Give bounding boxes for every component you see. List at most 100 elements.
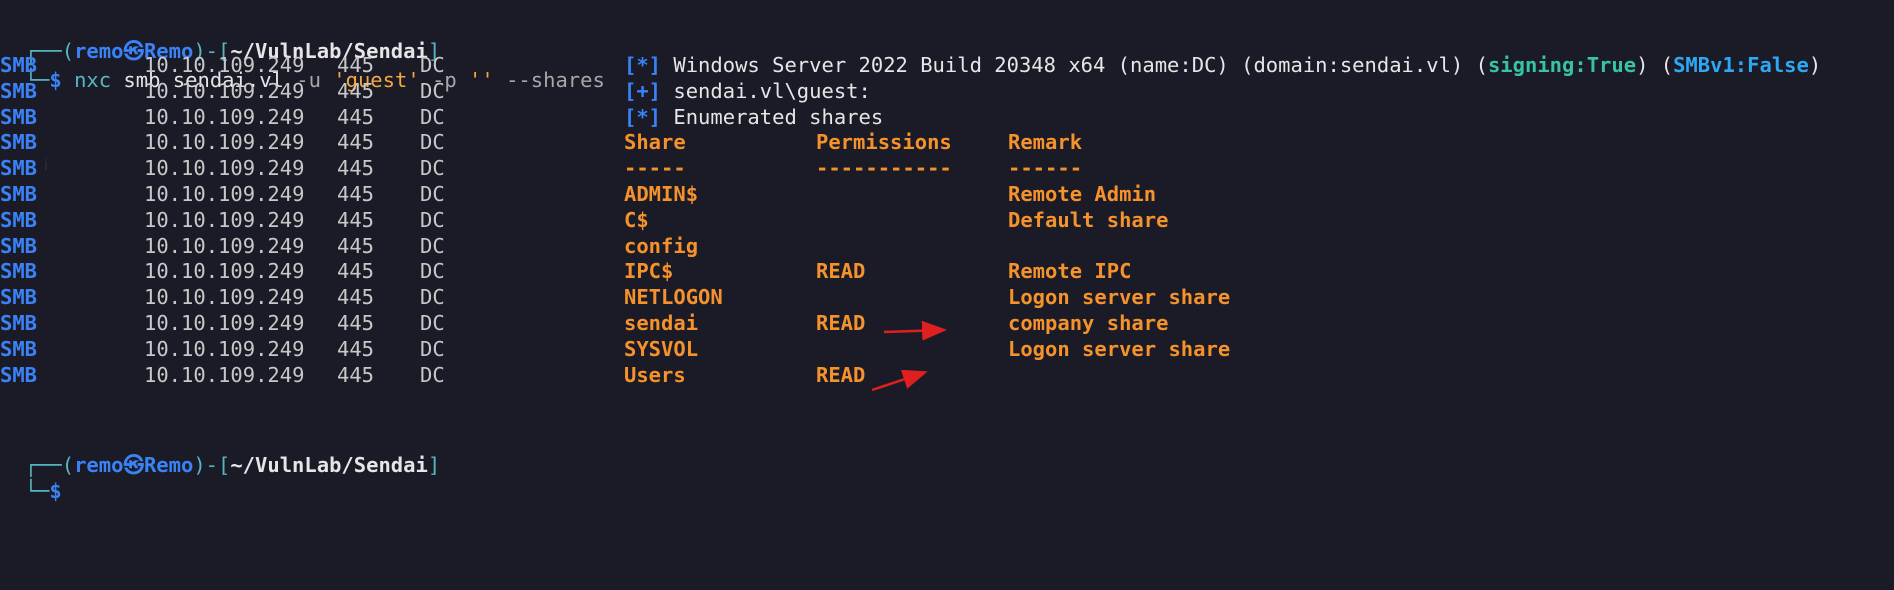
prompt-user: remo: [74, 453, 124, 477]
ip-address: 10.10.109.249: [144, 104, 305, 129]
port: 445: [337, 259, 375, 284]
command-string: '': [456, 68, 507, 92]
share-name: IPC$: [624, 259, 674, 284]
port: 445: [337, 336, 375, 361]
status-tag: [+]: [624, 78, 662, 103]
prompt-host: Remo: [143, 453, 194, 477]
ip-address: 10.10.109.249: [144, 182, 305, 206]
protocol-label: SMB: [0, 207, 38, 232]
protocol-label: SMB: [0, 336, 38, 361]
port: 445: [337, 156, 375, 181]
hostname: DC: [420, 311, 445, 335]
prompt-at-icon: ㉿: [123, 453, 144, 477]
ip-address: 10.10.109.249: [144, 336, 305, 361]
port: 445: [337, 311, 375, 335]
ip-address: 10.10.109.249: [144, 156, 305, 181]
command-bin: nxc: [74, 68, 112, 92]
hostname: DC: [420, 156, 445, 181]
hostname: DC: [420, 207, 445, 232]
share-name: SYSVOL: [624, 336, 699, 361]
ip-address: 10.10.109.249: [144, 78, 305, 103]
column-separator: ------: [1008, 156, 1083, 181]
share-name: ADMIN$: [624, 182, 699, 206]
share-remark: Default share: [1008, 207, 1169, 232]
port: 445: [337, 78, 375, 103]
ip-address: 10.10.109.249: [144, 311, 305, 335]
hostname: DC: [420, 233, 445, 258]
share-remark: Logon server share: [1008, 285, 1231, 310]
share-name: Users: [624, 362, 686, 387]
share-name: C$: [624, 207, 649, 232]
ip-address: 10.10.109.249: [144, 207, 305, 232]
column-separator: -----------: [816, 156, 952, 181]
info-message: [*] Enumerated shares: [624, 104, 883, 130]
port: 445: [337, 182, 375, 206]
hostname: DC: [420, 182, 445, 206]
protocol-label: SMB: [0, 233, 38, 258]
port: 445: [337, 104, 375, 129]
info-message: [+] sendai.vl\guest:: [624, 78, 871, 104]
prompt-dollar: $: [49, 479, 62, 503]
status-tag: [*]: [624, 53, 662, 77]
hostname: DC: [420, 53, 445, 77]
hostname: DC: [420, 104, 445, 129]
port: 445: [337, 207, 375, 232]
protocol-label: SMB: [0, 156, 38, 181]
command-flag: --shares: [506, 68, 605, 92]
signing-status: signing:True: [1487, 53, 1637, 77]
info-text: ) (: [1636, 53, 1674, 77]
protocol-label: SMB: [0, 311, 38, 335]
column-separator: -----: [624, 156, 686, 181]
share-remark: company share: [1008, 311, 1169, 335]
protocol-label: SMB: [0, 362, 38, 387]
prompt-frame: └─: [24, 479, 50, 503]
ip-address: 10.10.109.249: [144, 285, 305, 310]
share-name: sendai: [624, 311, 699, 335]
hostname: DC: [420, 285, 445, 310]
ip-address: 10.10.109.249: [144, 130, 305, 155]
share-name: config: [624, 233, 699, 258]
protocol-label: SMB: [0, 104, 38, 129]
port: 445: [337, 53, 375, 77]
ip-address: 10.10.109.249: [144, 53, 305, 77]
protocol-label: SMB: [0, 182, 38, 206]
hostname: DC: [420, 259, 445, 284]
hostname: DC: [420, 336, 445, 361]
prompt-line-top: ┌──(remo㉿Remo)-[~/VulnLab/Sendai]: [0, 12, 440, 63]
port: 445: [337, 130, 375, 155]
arrow-sendai: [883, 320, 947, 341]
ip-address: 10.10.109.249: [144, 233, 305, 258]
arrow-users: [871, 369, 928, 392]
port: 445: [337, 233, 375, 258]
status-tag: [*]: [624, 104, 662, 129]
share-permission: READ: [816, 362, 866, 387]
hostname: DC: [420, 130, 445, 155]
ghost-text: i: [44, 155, 48, 174]
column-header-remark: Remark: [1008, 130, 1083, 155]
prompt-dollar: $: [49, 68, 62, 92]
share-remark: Remote IPC: [1008, 259, 1132, 284]
share-permission: READ: [816, 311, 866, 335]
info-message: [*] Windows Server 2022 Build 20348 x64 …: [624, 52, 1821, 78]
smbv1-status: SMBv1:False: [1673, 53, 1809, 77]
share-name: NETLOGON: [624, 285, 723, 310]
command-line-empty[interactable]: └─$: [0, 452, 62, 503]
protocol-label: SMB: [0, 285, 38, 310]
share-remark: Logon server share: [1008, 336, 1231, 361]
prompt-frame: ]: [427, 453, 441, 477]
prompt-path: ~/VulnLab/Sendai: [230, 453, 428, 477]
protocol-label: SMB: [0, 130, 38, 155]
protocol-label: SMB: [0, 53, 38, 77]
ip-address: 10.10.109.249: [144, 362, 305, 387]
prompt-frame: )-[: [193, 453, 231, 477]
share-remark: Remote Admin: [1008, 182, 1157, 206]
column-header-share: Share: [624, 130, 686, 155]
hostname: DC: [420, 362, 445, 387]
protocol-label: SMB: [0, 259, 38, 284]
info-text: Windows Server 2022 Build 20348 x64 (nam…: [661, 53, 1488, 77]
ip-address: 10.10.109.249: [144, 259, 305, 284]
info-text: ): [1808, 53, 1822, 77]
port: 445: [337, 362, 375, 387]
share-permission: READ: [816, 259, 866, 284]
info-text: sendai.vl\guest:: [661, 78, 871, 103]
